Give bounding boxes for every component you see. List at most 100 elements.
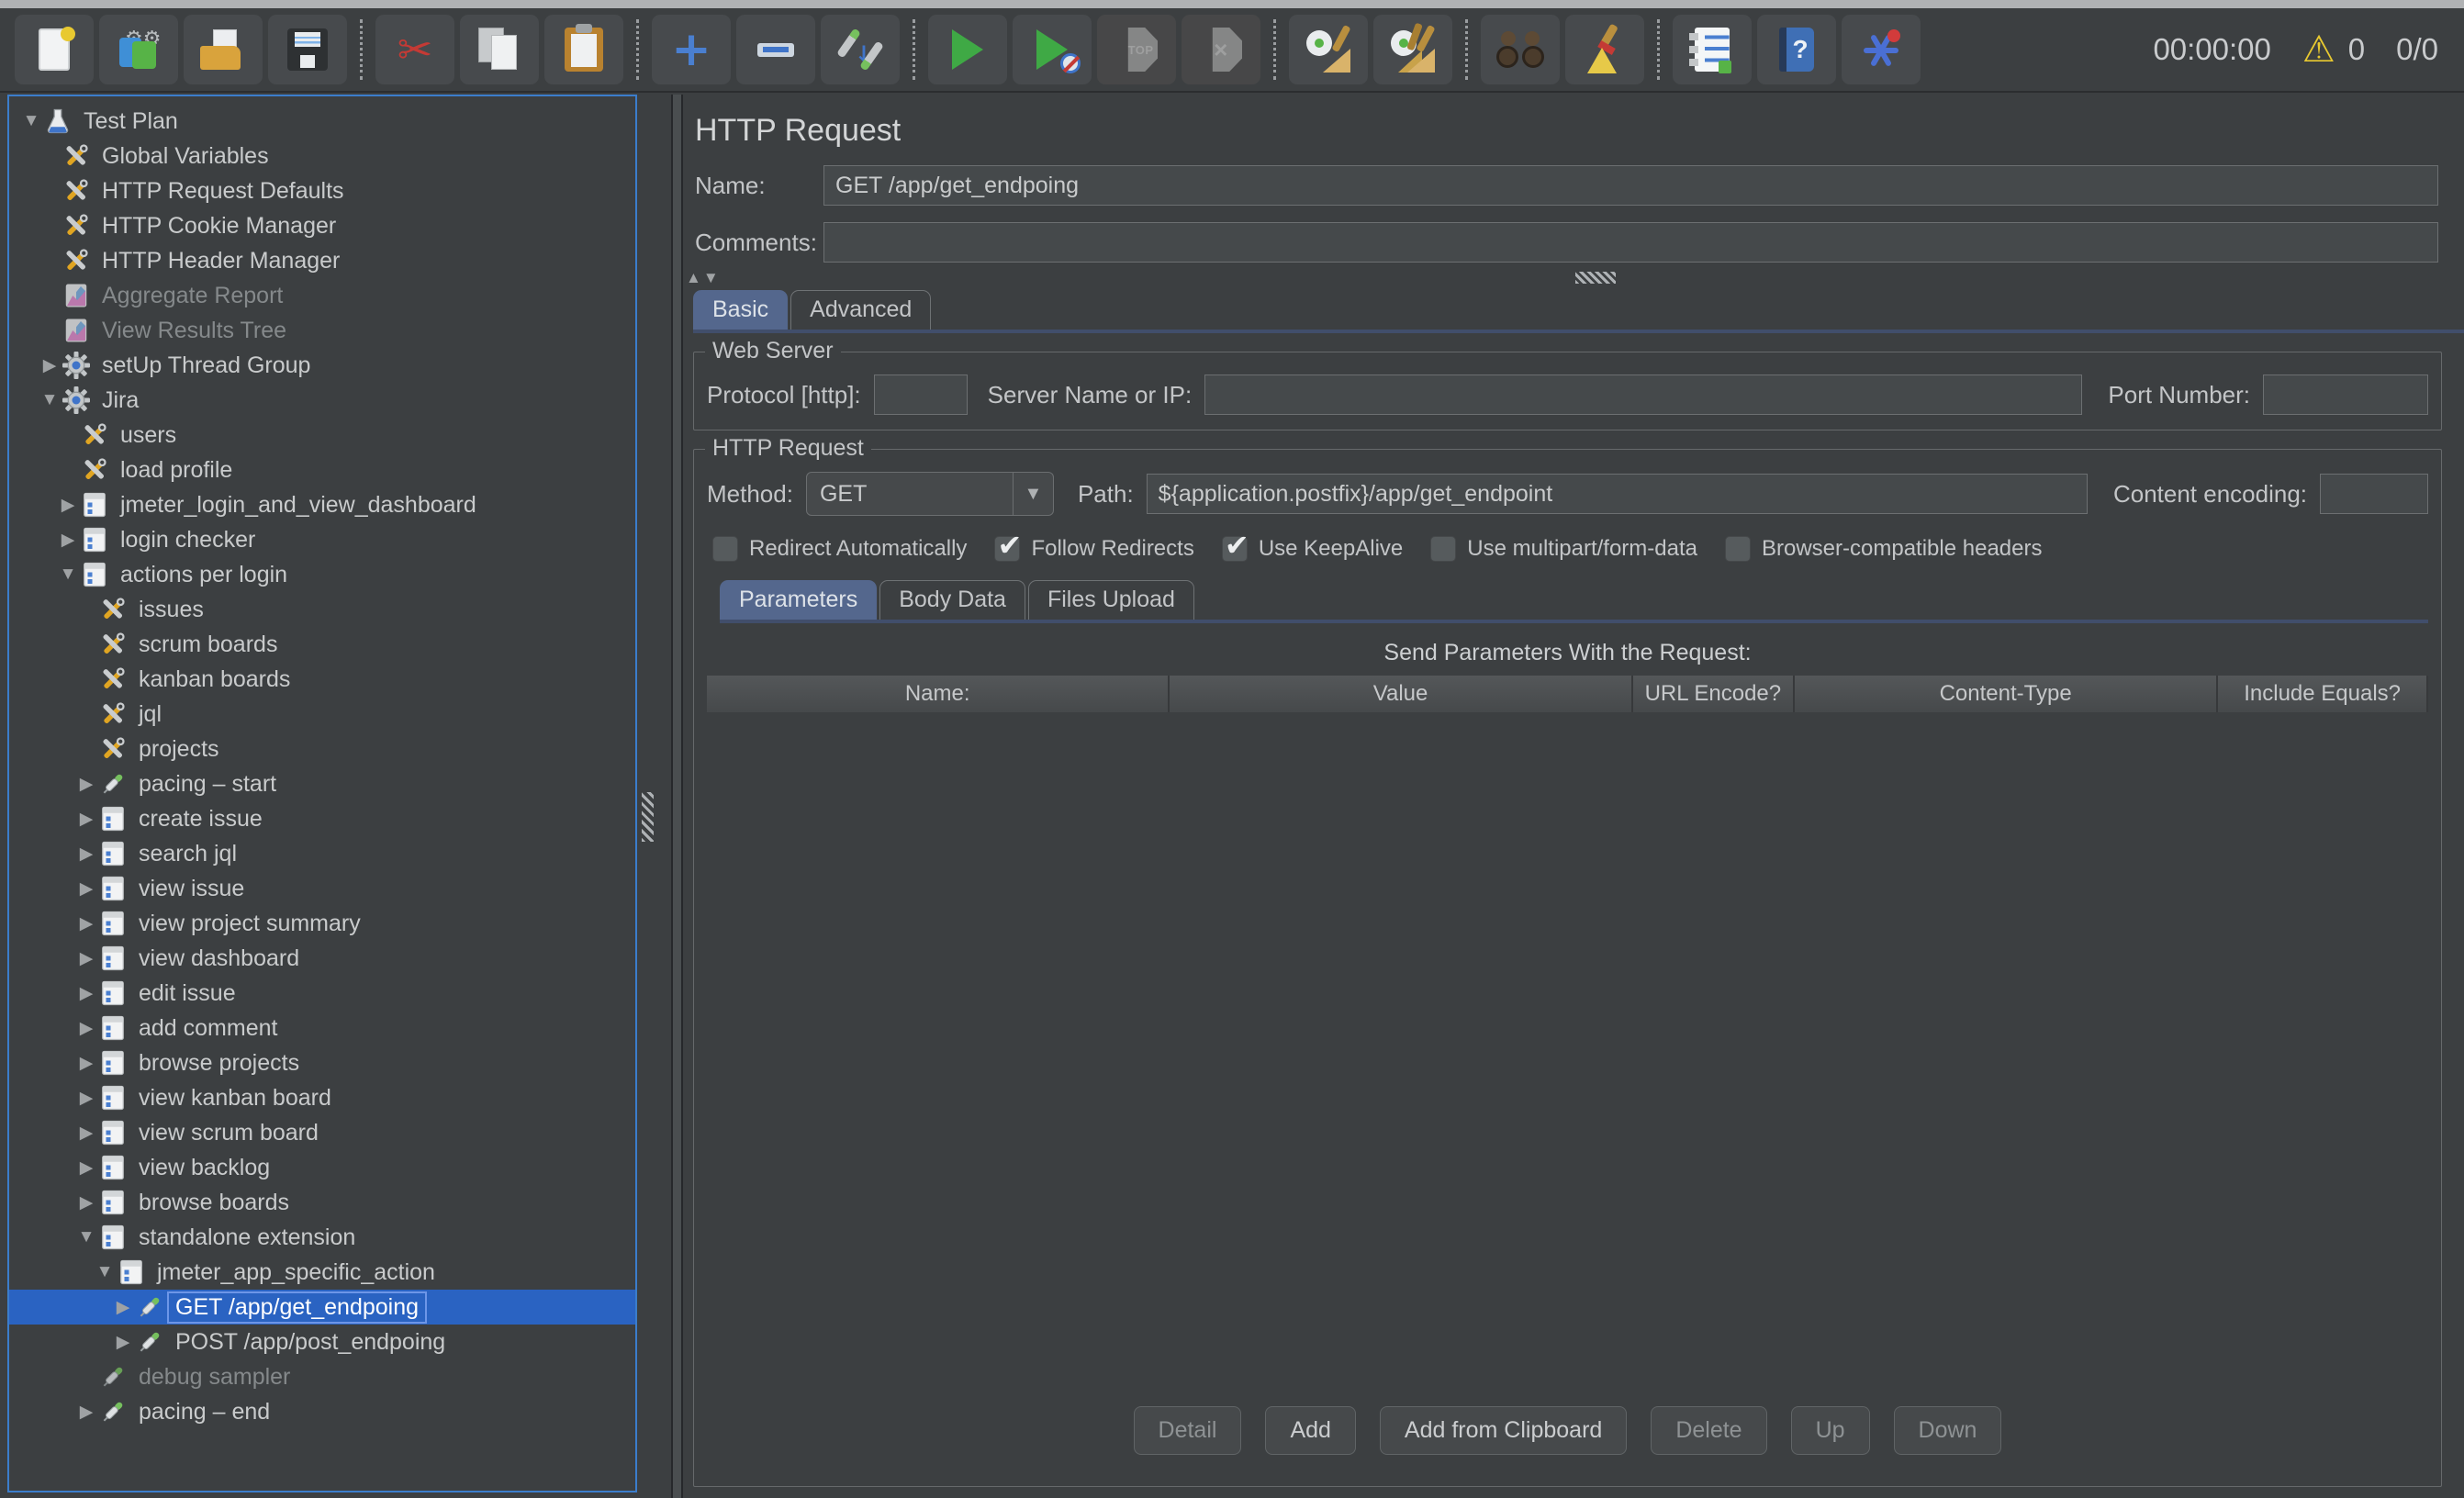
log-warning-indicator[interactable]: ⚠ 0	[2302, 31, 2365, 68]
tree-collapse-arrow-icon[interactable]	[55, 565, 81, 585]
toolbar-cut-button[interactable]: ✂	[375, 15, 454, 84]
tree-item-browse-projects[interactable]: browse projects	[9, 1045, 635, 1080]
tab-advanced[interactable]: Advanced	[790, 290, 931, 330]
column-header-content-type[interactable]: Content-Type	[1795, 676, 2218, 712]
tree-item-standalone-extension[interactable]: standalone extension	[9, 1220, 635, 1255]
tree-collapse-arrow-icon[interactable]	[92, 1262, 118, 1282]
vertical-splitter-handle[interactable]	[642, 792, 654, 842]
tree-expand-arrow-icon[interactable]	[73, 1192, 99, 1213]
checkbox-use-multipart-form-data[interactable]: Use multipart/form-data	[1430, 536, 1697, 562]
toolbar-toggle-button[interactable]: ↘	[821, 15, 900, 84]
add-button[interactable]: Add	[1265, 1406, 1355, 1455]
checkbox-browser-compatible-headers[interactable]: Browser-compatible headers	[1725, 536, 2042, 562]
content-encoding-input[interactable]	[2320, 474, 2428, 514]
tree-item-kanban-boards[interactable]: kanban boards	[9, 662, 635, 697]
tree-expand-arrow-icon[interactable]	[73, 948, 99, 969]
column-header-value[interactable]: Value	[1170, 676, 1632, 712]
tree-item-actions-per-login[interactable]: actions per login	[9, 557, 635, 592]
unchecked-checkbox-icon[interactable]	[1430, 536, 1456, 562]
tree-item-browse-boards[interactable]: browse boards	[9, 1185, 635, 1220]
splitter-collapse-arrows[interactable]: ▲▼	[686, 269, 721, 287]
params-table-body[interactable]	[707, 712, 2428, 1397]
tree-expand-arrow-icon[interactable]	[73, 1088, 99, 1109]
column-header-url-encode[interactable]: URL Encode?	[1633, 676, 1795, 712]
tree-item-scrum-boards[interactable]: scrum boards	[9, 627, 635, 662]
tree-expand-arrow-icon[interactable]	[73, 774, 99, 795]
tree-expand-arrow-icon[interactable]	[37, 355, 62, 376]
method-select[interactable]: GET ▼	[806, 472, 1054, 516]
tree-item-setup-thread-group[interactable]: setUp Thread Group	[9, 348, 635, 383]
tab-parameters[interactable]: Parameters	[720, 580, 877, 620]
tree-item-jmeter-app-specific-action[interactable]: jmeter_app_specific_action	[9, 1255, 635, 1290]
tree-item-debug-sampler[interactable]: debug sampler	[9, 1359, 635, 1394]
tree-expand-arrow-icon[interactable]	[73, 1053, 99, 1074]
toolbar-new-button[interactable]	[15, 15, 94, 84]
toolbar-about-button[interactable]	[1842, 15, 1921, 84]
tree-collapse-arrow-icon[interactable]	[37, 390, 62, 410]
tree-item-jira[interactable]: Jira	[9, 383, 635, 418]
tree-item-http-cookie-manager[interactable]: HTTP Cookie Manager	[9, 208, 635, 243]
tree-item-global-variables[interactable]: Global Variables	[9, 139, 635, 173]
horizontal-splitter-handle[interactable]	[1575, 272, 1616, 284]
tab-basic[interactable]: Basic	[693, 290, 788, 330]
tree-item-view-project-summary[interactable]: view project summary	[9, 906, 635, 941]
tree-expand-arrow-icon[interactable]	[73, 809, 99, 830]
tree-item-login-checker[interactable]: login checker	[9, 522, 635, 557]
toolbar-save-button[interactable]	[268, 15, 347, 84]
toolbar-clear-all-button[interactable]	[1373, 15, 1452, 84]
tree-item-http-header-manager[interactable]: HTTP Header Manager	[9, 243, 635, 278]
tree-item-view-backlog[interactable]: view backlog	[9, 1150, 635, 1185]
toolbar-paste-button[interactable]	[544, 15, 623, 84]
toolbar-collapse-all-button[interactable]	[736, 15, 815, 84]
tree-item-issues[interactable]: issues	[9, 592, 635, 627]
toolbar-start-button[interactable]	[928, 15, 1007, 84]
tree-expand-arrow-icon[interactable]	[73, 913, 99, 934]
column-header-name[interactable]: Name:	[707, 676, 1170, 712]
tree-item-view-kanban-board[interactable]: view kanban board	[9, 1080, 635, 1115]
tree-item-pacing-start[interactable]: pacing – start	[9, 766, 635, 801]
checked-checkbox-icon[interactable]	[994, 536, 1020, 562]
tree-item-projects[interactable]: projects	[9, 732, 635, 766]
tree-expand-arrow-icon[interactable]	[73, 1123, 99, 1144]
tree-item-test-plan[interactable]: Test Plan	[9, 104, 635, 139]
tree-expand-arrow-icon[interactable]	[55, 530, 81, 551]
tree-item-load-profile[interactable]: load profile	[9, 453, 635, 487]
add-from-clipboard-button[interactable]: Add from Clipboard	[1380, 1406, 1627, 1455]
tree-item-create-issue[interactable]: create issue	[9, 801, 635, 836]
tree-expand-arrow-icon[interactable]	[110, 1332, 136, 1353]
tree-item-post-app-post-endpoing[interactable]: POST /app/post_endpoing	[9, 1325, 635, 1359]
checked-checkbox-icon[interactable]	[1222, 536, 1248, 562]
name-input[interactable]	[823, 165, 2438, 206]
comments-input[interactable]	[823, 222, 2438, 263]
tree-expand-arrow-icon[interactable]	[73, 1157, 99, 1179]
tree-expand-arrow-icon[interactable]	[73, 844, 99, 865]
toolbar-help-button[interactable]: ?	[1757, 15, 1836, 84]
toolbar-open-button[interactable]	[184, 15, 263, 84]
tree-item-search-jql[interactable]: search jql	[9, 836, 635, 871]
checkbox-redirect-automatically[interactable]: Redirect Automatically	[712, 536, 967, 562]
tree-item-view-scrum-board[interactable]: view scrum board	[9, 1115, 635, 1150]
checkbox-follow-redirects[interactable]: Follow Redirects	[994, 536, 1193, 562]
tree-item-aggregate-report[interactable]: Aggregate Report	[9, 278, 635, 313]
tab-body-data[interactable]: Body Data	[879, 580, 1025, 620]
toolbar-copy-button[interactable]	[460, 15, 539, 84]
tree-item-view-issue[interactable]: view issue	[9, 871, 635, 906]
tree-item-view-dashboard[interactable]: view dashboard	[9, 941, 635, 976]
tree-collapse-arrow-icon[interactable]	[73, 1227, 99, 1247]
tree-item-get-app-get-endpoing[interactable]: GET /app/get_endpoing	[9, 1290, 635, 1325]
tree-item-add-comment[interactable]: add comment	[9, 1011, 635, 1045]
tree-expand-arrow-icon[interactable]	[73, 878, 99, 900]
tree-item-users[interactable]: users	[9, 418, 635, 453]
checkbox-use-keepalive[interactable]: Use KeepAlive	[1222, 536, 1403, 562]
tree-item-jql[interactable]: jql	[9, 697, 635, 732]
toolbar-search-reset-button[interactable]	[1565, 15, 1644, 84]
tree-expand-arrow-icon[interactable]	[73, 1018, 99, 1039]
tree-item-edit-issue[interactable]: edit issue	[9, 976, 635, 1011]
server-name-input[interactable]	[1204, 374, 2082, 415]
toolbar-clear-button[interactable]	[1289, 15, 1368, 84]
tree-collapse-arrow-icon[interactable]	[18, 111, 44, 131]
tree-expand-arrow-icon[interactable]	[73, 983, 99, 1004]
tree-item-view-results-tree[interactable]: View Results Tree	[9, 313, 635, 348]
toolbar-search-button[interactable]	[1481, 15, 1560, 84]
tree-item-pacing-end[interactable]: pacing – end	[9, 1394, 635, 1429]
